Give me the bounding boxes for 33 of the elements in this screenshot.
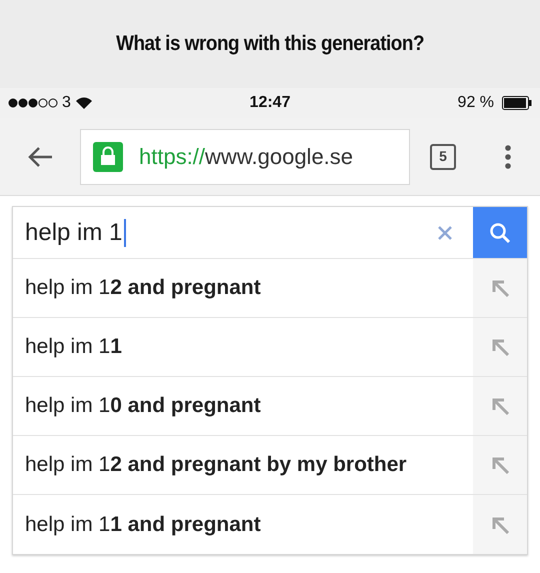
search-button[interactable] <box>473 207 527 258</box>
tab-count-button[interactable]: 5 <box>430 144 456 170</box>
diagonal-arrow-icon <box>491 456 509 474</box>
carrier-name: 3 <box>62 93 71 113</box>
caption: What is wrong with this generation? <box>116 31 424 58</box>
fill-query-button[interactable] <box>473 495 527 554</box>
close-icon <box>437 224 453 240</box>
suggestion-item[interactable]: help im 11 <box>13 318 473 376</box>
battery-percent: 92 % <box>458 93 494 113</box>
diagonal-arrow-icon <box>491 338 509 356</box>
suggestion-item[interactable]: help im 12 and pregnant <box>13 259 473 317</box>
back-arrow-icon <box>27 146 53 168</box>
signal-icon <box>8 98 58 108</box>
search-icon <box>489 222 511 244</box>
fill-query-button[interactable] <box>473 377 527 435</box>
fill-query-button[interactable] <box>473 259 527 317</box>
diagonal-arrow-icon <box>491 516 509 534</box>
lock-icon <box>93 142 123 172</box>
suggestion-item[interactable]: help im 10 and pregnant <box>13 377 473 435</box>
suggestion-item[interactable]: help im 11 and pregnant <box>13 495 473 554</box>
suggestion-item[interactable]: help im 12 and pregnant by my brother <box>13 436 473 494</box>
wifi-icon <box>74 96 93 110</box>
url-field[interactable]: https://www.google.se <box>80 128 410 184</box>
status-time: 12:47 <box>250 93 290 113</box>
battery-icon <box>502 96 532 110</box>
url-text: https://www.google.se <box>139 143 354 171</box>
diagonal-arrow-icon <box>491 279 509 297</box>
diagonal-arrow-icon <box>491 397 509 415</box>
fill-query-button[interactable] <box>473 436 527 494</box>
search-field[interactable]: help im 1 <box>13 207 417 258</box>
menu-dots-icon <box>505 144 511 168</box>
fill-query-button[interactable] <box>473 318 527 376</box>
search-input-text: help im 1 <box>25 218 122 248</box>
